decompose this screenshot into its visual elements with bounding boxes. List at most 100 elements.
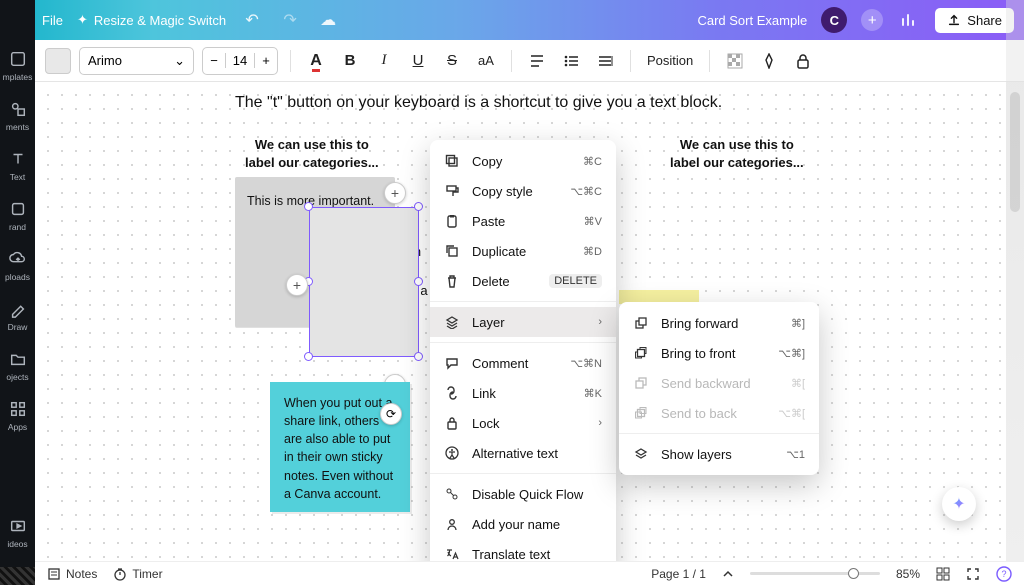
ctx-duplicate[interactable]: Duplicate ⌘D [430, 236, 616, 266]
ctx-label: Link [472, 386, 572, 401]
timer-label: Timer [132, 567, 162, 581]
ctx-copy[interactable]: Copy ⌘C [430, 146, 616, 176]
resize-handle[interactable] [414, 202, 423, 211]
duplicate-icon [444, 243, 460, 259]
share-label: Share [967, 13, 1002, 28]
sidebar-item-brand[interactable]: rand [0, 192, 35, 242]
sidebar-label: ojects [6, 372, 28, 382]
font-select[interactable]: Arimo ⌄ [79, 47, 194, 75]
ctx-label: Bring forward [661, 316, 779, 331]
transparency-button[interactable] [722, 48, 748, 74]
cloud-sync-icon[interactable]: ☁ [316, 8, 340, 32]
grid-view-icon[interactable] [936, 567, 950, 581]
spacing-button[interactable] [592, 48, 618, 74]
zoom-value[interactable]: 85% [896, 567, 920, 581]
zoom-thumb[interactable] [848, 568, 859, 579]
ctx-delete[interactable]: Delete DELETE [430, 266, 616, 296]
ctx-alt-text[interactable]: Alternative text [430, 438, 616, 468]
bold-button[interactable]: B [337, 48, 363, 74]
timer-button[interactable]: Timer [113, 567, 162, 581]
notes-button[interactable]: Notes [47, 567, 97, 581]
align-button[interactable] [524, 48, 550, 74]
chevron-up-icon[interactable] [722, 568, 734, 580]
ctx-add-name[interactable]: Add your name [430, 509, 616, 539]
ctx-lock[interactable]: Lock › [430, 408, 616, 438]
ctx-label: Copy style [472, 184, 558, 199]
ctx-copy-style[interactable]: Copy style ⌥⌘C [430, 176, 616, 206]
sidebar-label: Draw [8, 322, 28, 332]
share-button[interactable]: Share [935, 8, 1014, 33]
sidebar-item-elements[interactable]: ments [0, 92, 35, 142]
resize-handle[interactable] [304, 202, 313, 211]
ctx-label: Send backward [661, 376, 779, 391]
sticky-note-cyan[interactable]: When you put out a share link, others ar… [270, 382, 410, 512]
chevron-right-icon: › [598, 417, 602, 429]
category-label-left: We can use this tolabel our categories..… [245, 136, 379, 171]
strike-button[interactable]: S [439, 48, 465, 74]
add-member-button[interactable]: + [861, 9, 883, 31]
sidebar-label: ments [6, 122, 29, 132]
ctx-shortcut: ⌥⌘[ [778, 407, 805, 420]
ctx-shortcut: ⌘K [584, 387, 602, 400]
list-button[interactable] [558, 48, 584, 74]
sidebar-item-projects[interactable]: ojects [0, 342, 35, 392]
doc-title[interactable]: Card Sort Example [697, 13, 807, 28]
font-size-stepper[interactable]: − 14 + [202, 47, 278, 75]
add-element-button[interactable]: + [286, 274, 308, 296]
underline-button[interactable]: U [405, 48, 431, 74]
heading-text: The "t" button on your keyboard is a sho… [235, 94, 722, 112]
notes-label: Notes [66, 567, 97, 581]
layer-show-layers[interactable]: Show layers ⌥1 [619, 439, 819, 469]
ctx-shortcut: ⌘C [583, 155, 602, 168]
fill-color-swatch[interactable] [45, 48, 71, 74]
position-button[interactable]: Position [643, 48, 697, 74]
effects-button[interactable] [756, 48, 782, 74]
page-indicator[interactable]: Page 1 / 1 [651, 567, 706, 581]
case-button[interactable]: aA [473, 48, 499, 74]
sidebar-item-uploads[interactable]: ploads [0, 242, 35, 292]
sidebar-item-videos[interactable]: ideos [0, 509, 35, 559]
canvas[interactable]: The "t" button on your keyboard is a sho… [35, 82, 1006, 561]
trash-icon [444, 273, 460, 289]
undo-button[interactable]: ↶ [240, 8, 264, 32]
ctx-label: Lock [472, 416, 586, 431]
resize-handle[interactable] [304, 352, 313, 361]
magic-fab[interactable]: ✦ [942, 487, 976, 521]
layer-bring-forward[interactable]: Bring forward ⌘] [619, 308, 819, 338]
analytics-icon[interactable] [897, 8, 921, 32]
layer-bring-to-front[interactable]: Bring to front ⌥⌘] [619, 338, 819, 368]
resize-handle[interactable] [414, 277, 423, 286]
italic-button[interactable]: I [371, 48, 397, 74]
file-menu[interactable]: File [42, 13, 63, 28]
sidebar-item-templates[interactable]: mplates [0, 42, 35, 92]
resize-handle[interactable] [414, 352, 423, 361]
zoom-slider[interactable] [750, 572, 880, 575]
fullscreen-icon[interactable] [966, 567, 980, 581]
increase-size[interactable]: + [255, 53, 277, 68]
text-color-button[interactable]: A [303, 48, 329, 74]
ctx-disable-quickflow[interactable]: Disable Quick Flow [430, 479, 616, 509]
ctx-layer[interactable]: Layer › [430, 307, 616, 337]
sidebar-item-apps[interactable]: Apps [0, 392, 35, 442]
ctx-paste[interactable]: Paste ⌘V [430, 206, 616, 236]
redo-button[interactable]: ↷ [278, 8, 302, 32]
send-backward-icon [633, 375, 649, 391]
selected-card[interactable] [309, 207, 419, 357]
lock-button[interactable] [790, 48, 816, 74]
font-size-value[interactable]: 14 [225, 53, 255, 68]
rotate-handle[interactable]: ⟳ [380, 403, 402, 425]
ctx-link[interactable]: Link ⌘K [430, 378, 616, 408]
avatar[interactable]: C [821, 7, 847, 33]
ctx-label: Add your name [472, 517, 602, 532]
font-name: Arimo [88, 53, 122, 68]
help-icon[interactable]: ? [996, 566, 1012, 582]
resize-menu[interactable]: ✦ Resize & Magic Switch [77, 12, 226, 28]
bring-front-icon [633, 345, 649, 361]
sidebar-item-draw[interactable]: Draw [0, 292, 35, 342]
decrease-size[interactable]: − [203, 53, 225, 68]
bring-forward-icon [633, 315, 649, 331]
add-element-button[interactable]: + [384, 182, 406, 204]
sidebar-item-text[interactable]: Text [0, 142, 35, 192]
ctx-comment[interactable]: Comment ⌥⌘N [430, 348, 616, 378]
paint-roller-icon [444, 183, 460, 199]
